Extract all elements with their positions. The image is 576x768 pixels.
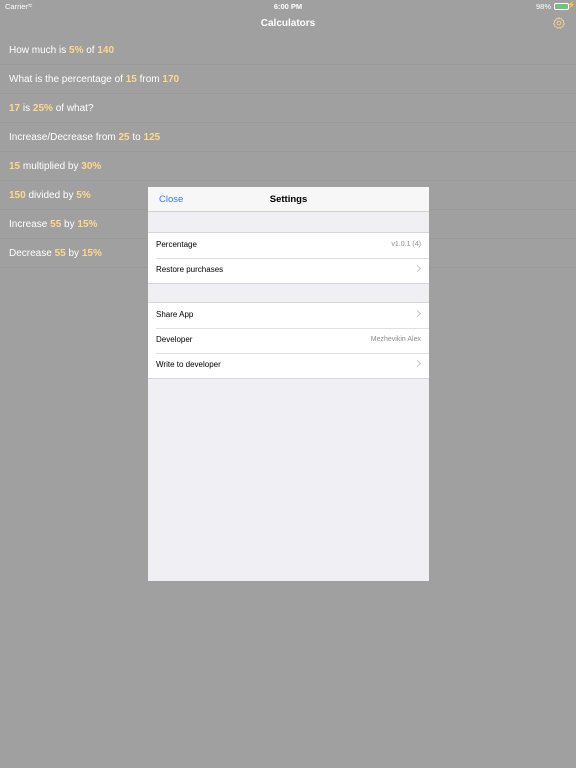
- chevron-right-icon: [413, 264, 422, 273]
- calculator-value: 17: [9, 103, 21, 114]
- write-to-developer-cell[interactable]: Write to developer: [148, 353, 429, 378]
- calculator-text: divided by: [25, 190, 77, 201]
- cell-label: Restore purchases: [156, 265, 224, 274]
- calculator-text: of: [83, 45, 98, 56]
- percentage-cell: Percentage v1.0.1 (4): [148, 233, 429, 258]
- calculator-text: Increase/Decrease from: [9, 132, 119, 143]
- chevron-right-icon: [413, 359, 422, 368]
- calculator-value: 25%: [32, 103, 53, 114]
- navigation-bar: Calculators: [0, 12, 576, 36]
- calculator-value: 15%: [77, 219, 98, 230]
- settings-group-developer: Share App Developer Mezhevikin Alex Writ…: [148, 302, 429, 379]
- cell-label: Percentage: [156, 240, 197, 249]
- calculator-row[interactable]: Increase/Decrease from 25 to 125: [0, 123, 576, 152]
- settings-modal: Close Settings Percentage v1.0.1 (4) Res…: [148, 187, 429, 581]
- calculator-row[interactable]: How much is 5% of 140: [0, 36, 576, 65]
- calculator-row[interactable]: 15 multiplied by 30%: [0, 152, 576, 181]
- status-time: 6:00 PM: [273, 2, 303, 11]
- calculator-text: is: [20, 103, 33, 114]
- calculator-value: 150: [9, 190, 26, 201]
- chevron-right-icon: [413, 309, 422, 318]
- calculator-text: Increase: [9, 219, 51, 230]
- calculator-value: 140: [97, 45, 115, 56]
- share-app-cell[interactable]: Share App: [148, 303, 429, 328]
- calculator-text: by: [65, 248, 82, 259]
- calculator-value: 170: [162, 74, 180, 85]
- calculator-value: 55: [50, 219, 62, 230]
- developer-name: Mezhevikin Alex: [370, 336, 421, 343]
- cell-label: Share App: [156, 310, 194, 319]
- settings-group-app: Percentage v1.0.1 (4) Restore purchases: [148, 232, 429, 284]
- status-bar: Carrier ≈ 6:00 PM 98% ⚡: [0, 0, 576, 12]
- calculator-row[interactable]: 17 is 25% of what?: [0, 94, 576, 123]
- calculator-value: 25: [118, 132, 130, 143]
- calculator-text: How much is: [9, 45, 70, 56]
- calculator-text: Decrease: [9, 248, 55, 259]
- page-title: Calculators: [260, 18, 316, 29]
- calculator-text: by: [61, 219, 78, 230]
- calculator-value: 5%: [69, 45, 84, 56]
- cell-label: Write to developer: [156, 360, 221, 369]
- calculator-text: from: [136, 74, 163, 85]
- version-value: v1.0.1 (4): [391, 241, 421, 248]
- calculator-value: 15%: [81, 248, 102, 259]
- charging-icon: ⚡: [567, 2, 576, 9]
- calculator-text: to: [129, 132, 144, 143]
- settings-title: Settings: [269, 194, 308, 205]
- calculator-value: 15: [9, 161, 21, 172]
- calculator-text: of what?: [52, 103, 94, 114]
- calculator-value: 15: [125, 74, 137, 85]
- calculator-value: 125: [143, 132, 161, 143]
- calculator-text: multiplied by: [20, 161, 82, 172]
- calculator-value: 55: [54, 248, 66, 259]
- calculator-value: 30%: [81, 161, 102, 172]
- battery-percent: 98%: [535, 2, 551, 11]
- settings-header: Close Settings: [148, 187, 429, 212]
- calculator-text: What is the percentage of: [9, 74, 126, 85]
- developer-cell: Developer Mezhevikin Alex: [148, 328, 429, 353]
- cell-label: Developer: [156, 335, 193, 344]
- calculator-row[interactable]: What is the percentage of 15 from 170: [0, 65, 576, 94]
- calculator-value: 5%: [76, 190, 91, 201]
- restore-purchases-cell[interactable]: Restore purchases: [148, 258, 429, 283]
- gear-icon[interactable]: [552, 16, 566, 30]
